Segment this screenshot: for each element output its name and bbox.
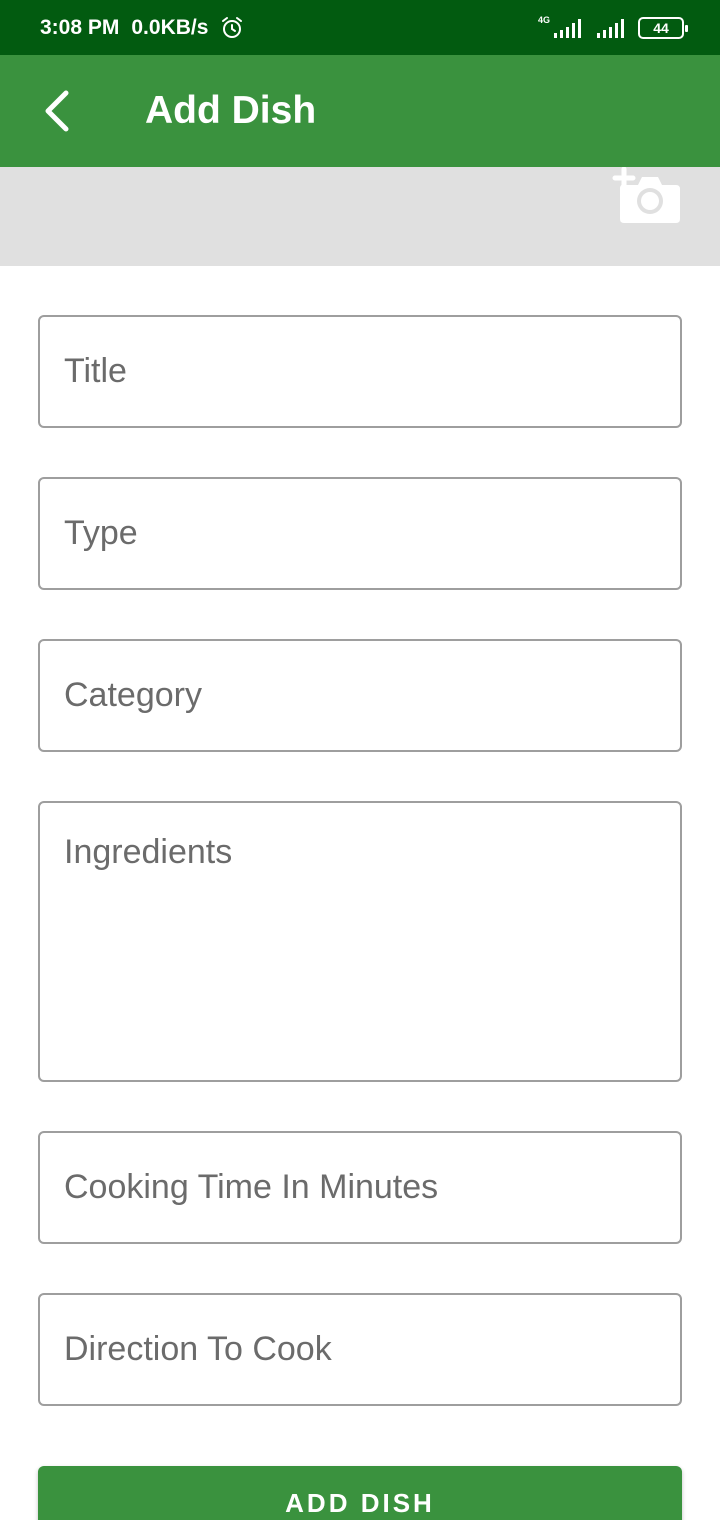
cooking-time-input[interactable] [40, 1133, 680, 1242]
status-time: 3:08 PM [40, 15, 120, 39]
status-right: 4G 44 [537, 0, 688, 55]
back-button[interactable] [30, 83, 86, 139]
page-title: Add Dish [145, 89, 317, 132]
battery-level: 44 [653, 19, 669, 36]
add-photo-button[interactable] [610, 166, 682, 225]
cooking-time-field[interactable] [38, 1131, 682, 1244]
ingredients-field[interactable] [38, 801, 682, 1082]
type-input[interactable] [40, 479, 680, 588]
battery-icon: 44 [638, 16, 688, 39]
status-bar: 3:08 PM 0.0KB/s 4G 44 [0, 0, 720, 55]
alarm-icon [222, 16, 243, 38]
signal-icon [597, 18, 624, 38]
add-photo-icon [612, 166, 680, 223]
type-field[interactable] [38, 477, 682, 590]
title-input[interactable] [40, 317, 680, 426]
ingredients-input[interactable] [40, 803, 680, 1080]
app-bar: Add Dish [0, 55, 720, 167]
direction-field[interactable] [38, 1293, 682, 1406]
direction-input[interactable] [40, 1295, 680, 1404]
signal-icon [554, 18, 581, 38]
title-field[interactable] [38, 315, 682, 428]
category-input[interactable] [40, 641, 680, 750]
category-field[interactable] [38, 639, 682, 752]
network-type: 4G [537, 14, 550, 25]
add-dish-button[interactable]: ADD DISH [38, 1466, 682, 1520]
network-speed: 0.0KB/s [131, 15, 209, 39]
dish-image-area[interactable] [0, 166, 720, 266]
status-left: 3:08 PM 0.0KB/s [40, 0, 244, 55]
back-arrow-icon [45, 90, 69, 132]
